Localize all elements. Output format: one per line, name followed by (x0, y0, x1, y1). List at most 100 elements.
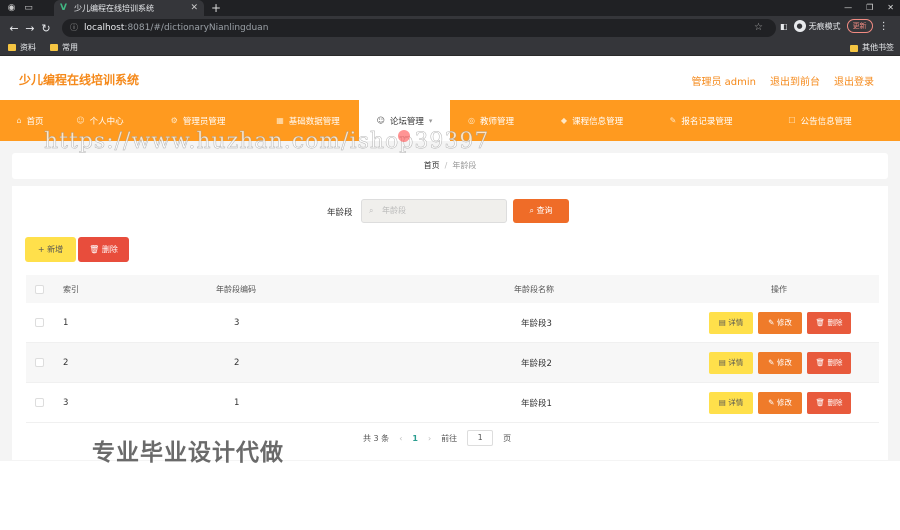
nav-item-admin[interactable]: ⚙ 管理员管理 (154, 100, 242, 141)
tab-close-icon[interactable]: ✕ (190, 3, 198, 13)
search-input[interactable]: ⌕ 年龄段 (361, 199, 507, 223)
goto-page-input[interactable]: 1 (467, 430, 494, 446)
bookmark-folder-changyong[interactable]: 常用 (50, 42, 78, 53)
nav-label: 课程信息管理 (572, 116, 624, 127)
detail-button[interactable]: ▤ 详情 (709, 391, 753, 414)
nav-item-teacher[interactable]: ◎ 教师管理 (456, 100, 526, 141)
update-button[interactable]: 更新 (846, 19, 873, 33)
row-checkbox[interactable] (35, 358, 44, 367)
mouse-cursor-highlight (398, 130, 410, 142)
edit-label: 修改 (776, 317, 792, 327)
bookmark-star-icon[interactable]: ☆ (754, 22, 763, 33)
url-field[interactable]: ⓘ localhost:8081/#/dictionaryNianlingdua… (62, 19, 776, 37)
address-bar-row: ← → ↻ ⓘ localhost:8081/#/dictionaryNianl… (0, 16, 900, 40)
header-name: 年龄段名称 (514, 284, 554, 294)
other-bookmarks[interactable]: 其他书签 (850, 40, 894, 56)
browser-tab[interactable]: V 少儿编程在线培训系统 ✕ (54, 0, 204, 16)
home-icon: ⌂ (16, 116, 22, 125)
front-link[interactable]: 退出到前台 (770, 73, 820, 88)
delete-label: 删除 (827, 397, 843, 407)
new-tab-button[interactable]: + (211, 0, 221, 16)
detail-label: 详情 (728, 357, 744, 367)
record-icon: ✎ (669, 116, 677, 125)
tab-list-icon[interactable]: ▭ (23, 3, 34, 14)
detail-label: 详情 (728, 317, 744, 327)
nav-item-notice[interactable]: ☐ 公告信息管理 (770, 100, 870, 141)
search-placeholder: 年龄段 (382, 206, 406, 215)
sidepanel-icon[interactable]: ◧ (780, 22, 788, 31)
cell-index: 3 (63, 397, 69, 408)
bookmark-label: 常用 (62, 43, 78, 52)
edit-label: 修改 (776, 397, 792, 407)
edit-button[interactable]: ✎ 修改 (758, 311, 802, 334)
teacher-icon: ◎ (468, 116, 475, 125)
tab-title: 少儿编程在线培训系统 (74, 3, 154, 13)
table-header: 索引 年龄段编码 年龄段名称 操作 (26, 275, 879, 303)
next-page-icon[interactable]: › (428, 434, 431, 443)
breadcrumb-separator: / (444, 161, 448, 170)
add-button-label: 新增 (47, 245, 64, 254)
detail-button[interactable]: ▤ 详情 (709, 351, 753, 374)
reload-icon[interactable]: ↻ (38, 22, 54, 35)
nav-label: 教师管理 (479, 116, 514, 127)
minimize-icon[interactable]: — (844, 0, 852, 16)
delete-row-button[interactable]: 🗑 删除 (807, 311, 851, 334)
more-menu-icon[interactable]: ⋮ (879, 21, 889, 32)
row-checkbox[interactable] (35, 318, 44, 327)
detail-label: 详情 (728, 397, 744, 407)
incognito-indicator[interactable]: ● 无痕模式 (793, 20, 841, 32)
user-icon: ☺ (76, 116, 85, 125)
nav-item-home[interactable]: ⌂ 首页 (0, 100, 60, 141)
search-button-label: 查询 (536, 206, 553, 215)
prev-page-icon[interactable]: ‹ (399, 434, 402, 443)
nav-label: 论坛管理 (389, 116, 424, 127)
watermark-text: 专业毕业设计代做 (92, 440, 284, 466)
batch-delete-button[interactable]: 🗑 删除 (78, 237, 129, 262)
row-actions: ▤ 详情 ✎ 修改 🗑 删除 (709, 343, 851, 382)
maximize-icon[interactable]: ❐ (866, 0, 873, 16)
close-window-icon[interactable]: ✕ (887, 0, 894, 16)
nav-item-course[interactable]: ◆ 课程信息管理 (548, 100, 636, 141)
notice-icon: ☐ (788, 116, 796, 125)
data-icon: ▦ (276, 116, 284, 125)
nav-item-record[interactable]: ✎ 报名记录管理 (656, 100, 746, 141)
bookmark-folder-ziliao[interactable]: 资料 (8, 42, 36, 53)
nav-item-basic-data[interactable]: ▦ 基础数据管理 (258, 100, 358, 141)
incognito-icon: ● (793, 20, 806, 32)
row-checkbox[interactable] (35, 398, 44, 407)
select-all-checkbox[interactable] (35, 284, 44, 294)
search-label: 年龄段 (327, 208, 353, 218)
url-host: localhost (84, 23, 125, 33)
breadcrumb-current: 年龄段 (452, 161, 477, 170)
forward-icon[interactable]: → (22, 22, 38, 35)
url-path: :8081/#/dictionaryNianlingduan (124, 23, 269, 33)
bookmarks-bar: 资料 常用 其他书签 (0, 40, 900, 56)
folder-icon (850, 44, 858, 52)
detail-button[interactable]: ▤ 详情 (709, 311, 753, 334)
edit-label: 修改 (776, 357, 792, 367)
page-bottom (0, 461, 900, 530)
page-number[interactable]: 1 (412, 434, 418, 443)
back-icon[interactable]: ← (6, 22, 22, 35)
browser-menu-icon[interactable]: ◉ (6, 3, 17, 14)
breadcrumb-home[interactable]: 首页 (424, 161, 440, 170)
plus-icon: + (37, 245, 45, 254)
app-title: 少儿编程在线培训系统 (19, 73, 140, 87)
edit-button[interactable]: ✎ 修改 (758, 351, 802, 374)
add-button[interactable]: + 新增 (25, 237, 76, 262)
nav-label: 基础数据管理 (288, 116, 340, 127)
delete-row-button[interactable]: 🗑 删除 (807, 351, 851, 374)
pagination: 共 3 条 ‹ 1 › 前往 1 页 (363, 430, 511, 446)
goto-label: 前往 (441, 433, 458, 443)
header-links: 管理员 admin 退出到前台 退出登录 (691, 73, 874, 88)
delete-label: 删除 (827, 317, 843, 327)
admin-label: 管理员 admin (691, 77, 756, 88)
table-row: 2 2 年龄段2 ▤ 详情 ✎ 修改 🗑 删除 (26, 343, 879, 383)
logout-link[interactable]: 退出登录 (834, 73, 874, 88)
search-button[interactable]: ⌕ 查询 (513, 199, 569, 223)
bookmark-label: 资料 (20, 43, 36, 52)
edit-button[interactable]: ✎ 修改 (758, 391, 802, 414)
delete-row-button[interactable]: 🗑 删除 (807, 391, 851, 414)
info-icon[interactable]: ⓘ (70, 19, 78, 37)
nav-item-profile[interactable]: ☺ 个人中心 (62, 100, 138, 141)
